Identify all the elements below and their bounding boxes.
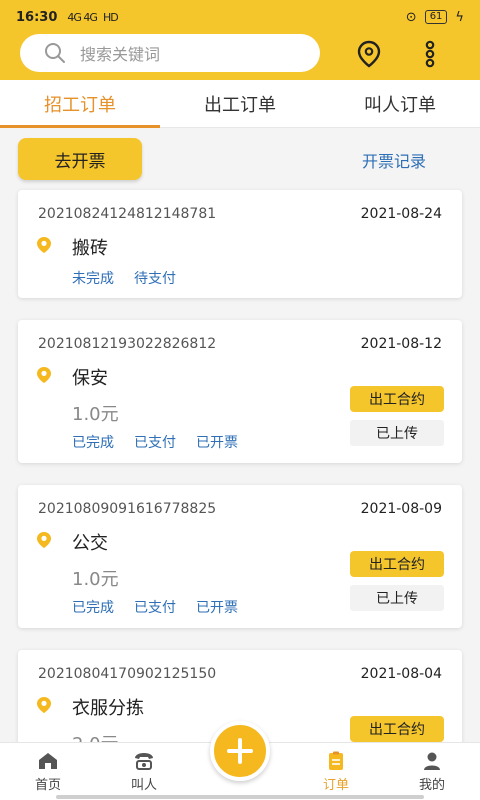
order-number: 20210812193022826812 xyxy=(38,336,217,352)
location-pin-icon xyxy=(37,237,51,253)
order-statuses: 已完成 已支付 已开票 xyxy=(72,597,238,617)
signal-indicator: 4G 4G xyxy=(67,10,98,24)
invoice-records-link[interactable]: 开票记录 xyxy=(362,148,426,172)
home-icon xyxy=(39,752,57,769)
status-payment: 待支付 xyxy=(134,271,176,287)
nav-profile[interactable]: 我的 xyxy=(384,743,480,800)
status-completion: 已完成 xyxy=(72,435,114,451)
charging-icon: ϟ xyxy=(455,9,464,25)
work-contract-button[interactable]: 出工合约 xyxy=(350,551,444,577)
order-date: 2021-08-24 xyxy=(360,206,442,222)
more-menu-icon[interactable] xyxy=(420,40,440,68)
order-number: 20210804170902125150 xyxy=(38,666,217,682)
nav-home[interactable]: 首页 xyxy=(0,743,96,800)
order-price: 1.0元 xyxy=(72,404,119,425)
order-statuses: 已完成 已支付 已开票 xyxy=(72,432,238,452)
nav-call[interactable]: 叫人 xyxy=(96,743,192,800)
order-date: 2021-08-12 xyxy=(360,336,442,352)
search-placeholder: 搜索关键词 xyxy=(80,45,161,64)
uploaded-badge: 已上传 xyxy=(350,585,444,611)
order-price: 1.0元 xyxy=(72,569,119,590)
tab-recruit-orders[interactable]: 招工订单 xyxy=(0,80,160,128)
order-card[interactable]: 20210809091616778825 2021-08-09 公交 1.0元 … xyxy=(18,485,462,628)
order-number: 20210809091616778825 xyxy=(38,501,217,517)
order-icon xyxy=(329,751,343,770)
nav-orders-label: 订单 xyxy=(322,777,349,793)
network-indicator: HD xyxy=(102,10,119,24)
search-icon xyxy=(45,43,65,63)
location-pin-icon xyxy=(37,367,51,383)
location-icon[interactable] xyxy=(355,40,383,68)
header: 16:30 4G 4G HD ⊙ 61 ϟ 搜索关键词 xyxy=(0,0,480,80)
order-title: 衣服分拣 xyxy=(72,698,144,719)
nav-call-label: 叫人 xyxy=(130,777,157,793)
status-completion: 未完成 xyxy=(72,271,114,287)
work-contract-button[interactable]: 出工合约 xyxy=(350,386,444,412)
tab-call-orders[interactable]: 叫人订单 xyxy=(320,80,480,127)
status-invoice: 已开票 xyxy=(196,600,238,616)
order-date: 2021-08-04 xyxy=(360,666,442,682)
phone-icon xyxy=(135,752,153,770)
status-payment: 已支付 xyxy=(134,600,176,616)
nav-orders[interactable]: 订单 xyxy=(288,743,384,800)
issue-invoice-button[interactable]: 去开票 xyxy=(18,138,142,180)
status-payment: 已支付 xyxy=(134,435,176,451)
gesture-bar[interactable] xyxy=(56,795,424,799)
user-icon xyxy=(424,752,440,770)
location-pin-icon xyxy=(37,532,51,548)
order-title: 搬砖 xyxy=(72,238,108,259)
order-title: 保安 xyxy=(72,368,108,389)
location-pin-icon xyxy=(37,697,51,713)
search-input[interactable]: 搜索关键词 xyxy=(20,34,320,72)
add-order-button[interactable] xyxy=(210,721,270,781)
order-card[interactable]: 20210824124812148781 2021-08-24 搬砖 未完成 待… xyxy=(18,190,462,298)
order-card[interactable]: 20210812193022826812 2021-08-12 保安 1.0元 … xyxy=(18,320,462,463)
battery-indicator: 61 xyxy=(424,10,448,24)
status-bar: 16:30 4G 4G HD ⊙ 61 ϟ xyxy=(0,0,480,34)
order-tabs: 招工订单 出工订单 叫人订单 xyxy=(0,80,480,128)
nav-profile-label: 我的 xyxy=(418,777,445,793)
status-time: 16:30 xyxy=(16,9,58,25)
uploaded-badge: 已上传 xyxy=(350,420,444,446)
status-invoice: 已开票 xyxy=(196,435,238,451)
order-number: 20210824124812148781 xyxy=(38,206,217,222)
work-contract-button[interactable]: 出工合约 xyxy=(350,716,444,742)
order-date: 2021-08-09 xyxy=(360,501,442,517)
order-statuses: 未完成 待支付 xyxy=(72,268,176,288)
alarm-icon: ⊙ xyxy=(405,9,417,25)
tab-work-orders[interactable]: 出工订单 xyxy=(160,80,320,127)
order-title: 公交 xyxy=(72,533,108,554)
nav-home-label: 首页 xyxy=(34,777,61,793)
status-completion: 已完成 xyxy=(72,600,114,616)
plus-icon xyxy=(227,738,253,764)
